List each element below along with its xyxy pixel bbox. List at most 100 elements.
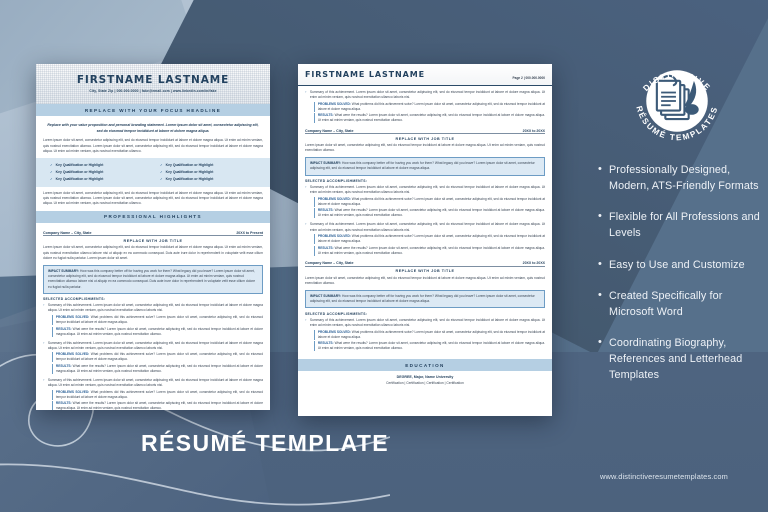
impact-summary-label: IMPACT SUMMARY:	[48, 268, 80, 273]
impact-summary-box: IMPACT SUMMARY: How was this company bet…	[305, 289, 545, 309]
results-label: RESULTS:	[55, 363, 72, 368]
qualification-label: Key Qualification or Highlight	[165, 177, 214, 182]
resume-contact-line: City, State Zip | 000.000.0000 | fake@em…	[89, 89, 217, 94]
list-item: ✓ Key Qualification or Highlight	[50, 169, 146, 176]
page-title: RÉSUMÉ TEMPLATE	[140, 430, 390, 456]
accomplishment-summary: Summary of this achievement. Lorem ipsum…	[47, 340, 263, 350]
selected-accomplishments-label: SELECTED ACCOMPLISHMENTS:	[305, 311, 368, 316]
results-label: RESULTS:	[317, 245, 334, 250]
list-item: ✓ Key Qualification or Highlight	[50, 162, 146, 169]
accomplishment-item: ‣ Summary of this achievement. Lorem ips…	[305, 222, 545, 257]
feature-item: Easy to Use and Customize	[598, 257, 766, 274]
accomplishment-summary: Summary of this achievement. Lorem ipsum…	[309, 185, 545, 195]
employment-dates: 20XX to Present	[236, 230, 263, 235]
accomplishment-summary: Summary of this achievement. Lorem ipsum…	[309, 89, 545, 99]
results-label: RESULTS:	[317, 208, 334, 213]
results-text: What were the results? Lorem ipsum dolor…	[55, 363, 263, 373]
focus-headline-band: REPLACE WITH YOUR FOCUS HEADLINE	[36, 104, 270, 117]
list-item: ✓ Key Qualification or Highlight	[160, 176, 256, 183]
problems-solved: PROBLEMS SOLVED: What problems did this …	[51, 315, 263, 325]
job-title: REPLACE WITH JOB TITLE	[123, 238, 183, 243]
results: RESULTS: What were the results? Lorem ip…	[51, 326, 263, 337]
problems-solved-text: What problems did this achievement solve…	[317, 329, 545, 339]
results-text: What were the results? Lorem ipsum dolor…	[317, 113, 545, 123]
accomplishment-item: ‣ Summary of this achievement. Lorem ips…	[43, 341, 263, 376]
website-url[interactable]: www.distinctiveresumetemplates.com	[600, 472, 728, 481]
qualification-label: Key Qualification or Highlight	[165, 163, 214, 168]
results-label: RESULTS:	[55, 401, 72, 406]
promo-graphic: FIRSTNAME LASTNAME City, State Zip | 000…	[0, 0, 768, 512]
results: RESULTS: What were the results? Lorem ip…	[313, 245, 545, 256]
secondary-paragraph: Lorem ipsum dolor sit amet, consectetur …	[43, 190, 263, 206]
results-text: What were the results? Lorem ipsum dolor…	[317, 208, 545, 218]
accomplishment-summary: Summary of this achievement. Lorem ipsum…	[47, 377, 263, 388]
key-qualifications-block: ✓ Key Qualification or Highlight ✓ Key Qua…	[36, 158, 270, 187]
impact-summary-label: IMPACT SUMMARY:	[310, 161, 342, 166]
feature-item: Coordinating Biography, References and L…	[598, 335, 766, 383]
problems-solved-label: PROBLEMS SOLVED:	[317, 196, 351, 201]
impact-summary-box: IMPACT SUMMARY: How was this company bet…	[305, 157, 545, 176]
resume-page-2[interactable]: FIRSTNAME LASTNAME Page 2 | 000.000.0000…	[298, 64, 552, 416]
job-company-row: Company Name – City, State 20XX to 20XX	[305, 261, 545, 267]
bullet-icon: ‣	[43, 377, 45, 382]
qualification-label: Key Qualification or Highlight	[55, 163, 104, 168]
problems-solved: PROBLEMS SOLVED: What problems did this …	[313, 101, 545, 112]
resume-name: FIRSTNAME LASTNAME	[305, 70, 425, 79]
company-name: Company Name – City, State	[305, 128, 354, 133]
employment-dates: 20XX to 20XX	[522, 261, 545, 266]
branding-statement: Replace with your value proposition and …	[47, 123, 259, 133]
job-company-row: Company Name – City, State 20XX to 20XX	[305, 129, 545, 135]
accomplishment-item: ‣ Summary of this achievement. Lorem ips…	[305, 185, 545, 220]
results: RESULTS: What were the results? Lorem ip…	[313, 341, 545, 352]
qualification-label: Key Qualification or Highlight	[165, 170, 214, 175]
results-text: What were the results? Lorem ipsum dolor…	[55, 326, 263, 336]
job-paragraph: Lorem ipsum dolor sit amet, consectetur …	[305, 143, 545, 153]
resume-header: FIRSTNAME LASTNAME City, State Zip | 000…	[36, 64, 270, 104]
problems-solved: PROBLEMS SOLVED: What problems did this …	[51, 352, 263, 363]
company-name: Company Name – City, State	[43, 230, 92, 235]
selected-accomplishments-label: SELECTED ACCOMPLISHMENTS:	[43, 297, 106, 302]
check-icon: ✓	[160, 163, 163, 168]
professional-highlights-band: PROFESSIONAL HIGHLIGHTS	[36, 210, 270, 223]
resume-page-2-header: FIRSTNAME LASTNAME Page 2 | 000.000.0000	[298, 64, 552, 86]
problems-solved: PROBLEMS SOLVED: What problems did this …	[313, 329, 545, 340]
accomplishment-item: ‣ Summary of this achievement. Lorem ips…	[43, 303, 263, 338]
certifications-line: Certification | Certification | Certific…	[386, 381, 464, 386]
results-label: RESULTS:	[55, 326, 72, 331]
results-text: What were the results? Lorem ipsum dolor…	[317, 341, 545, 351]
job-title: REPLACE WITH JOB TITLE	[395, 269, 455, 274]
job-company-row: Company Name – City, State 20XX to Prese…	[43, 231, 263, 237]
problems-solved: PROBLEMS SOLVED: What problems did this …	[51, 389, 263, 400]
list-item: ✓ Key Qualification or Highlight	[160, 169, 256, 176]
problems-solved-text: What problems did this achievement solve…	[317, 101, 545, 111]
impact-summary-box: IMPACT SUMMARY: How was this company bet…	[43, 264, 263, 294]
accomplishment-summary: Summary of this achievement. Lorem ipsum…	[47, 303, 263, 313]
impact-summary-text: How was this company better off for havi…	[48, 268, 256, 289]
problems-solved-label: PROBLEMS SOLVED:	[55, 352, 90, 357]
impact-summary-text: How was this company better off for havi…	[310, 161, 535, 171]
accomplishment-summary: Summary of this achievement. Lorem ipsum…	[309, 317, 545, 327]
qualifications-column-left: ✓ Key Qualification or Highlight ✓ Key Qua…	[50, 162, 146, 183]
resume-page-1[interactable]: FIRSTNAME LASTNAME City, State Zip | 000…	[36, 64, 270, 410]
job-paragraph: Lorem ipsum dolor sit amet, consectetur …	[43, 245, 263, 260]
employment-dates: 20XX to 20XX	[522, 128, 545, 133]
feature-item: Created Specifically for Microsoft Word	[598, 288, 766, 320]
brand-logo[interactable]: DISTINCTIVE RÉSUMÉ TEMPLATES	[624, 48, 730, 154]
problems-solved-text: What problems did this achievement solve…	[317, 234, 545, 244]
results-label: RESULTS:	[317, 113, 334, 118]
job-title: REPLACE WITH JOB TITLE	[395, 136, 455, 141]
problems-solved-label: PROBLEMS SOLVED:	[317, 101, 351, 106]
page-number: Page 2 | 000.000.0000	[512, 75, 545, 80]
selected-accomplishments-label: SELECTED ACCOMPLISHMENTS:	[305, 179, 368, 184]
check-icon: ✓	[50, 177, 53, 182]
impact-summary-label: IMPACT SUMMARY:	[310, 293, 342, 298]
check-icon: ✓	[50, 170, 53, 175]
list-item: ✓ Key Qualification or Highlight	[160, 162, 256, 169]
problems-solved-label: PROBLEMS SOLVED:	[55, 315, 90, 320]
bullet-icon: ‣	[305, 317, 307, 322]
results: RESULTS: What were the results? Lorem ip…	[313, 208, 545, 219]
problems-solved-label: PROBLEMS SOLVED:	[55, 389, 90, 394]
bullet-icon: ‣	[305, 222, 307, 227]
feature-item: Professionally Designed, Modern, ATS-Fri…	[598, 162, 766, 194]
job-paragraph: Lorem ipsum dolor sit amet, consectetur …	[305, 275, 545, 286]
